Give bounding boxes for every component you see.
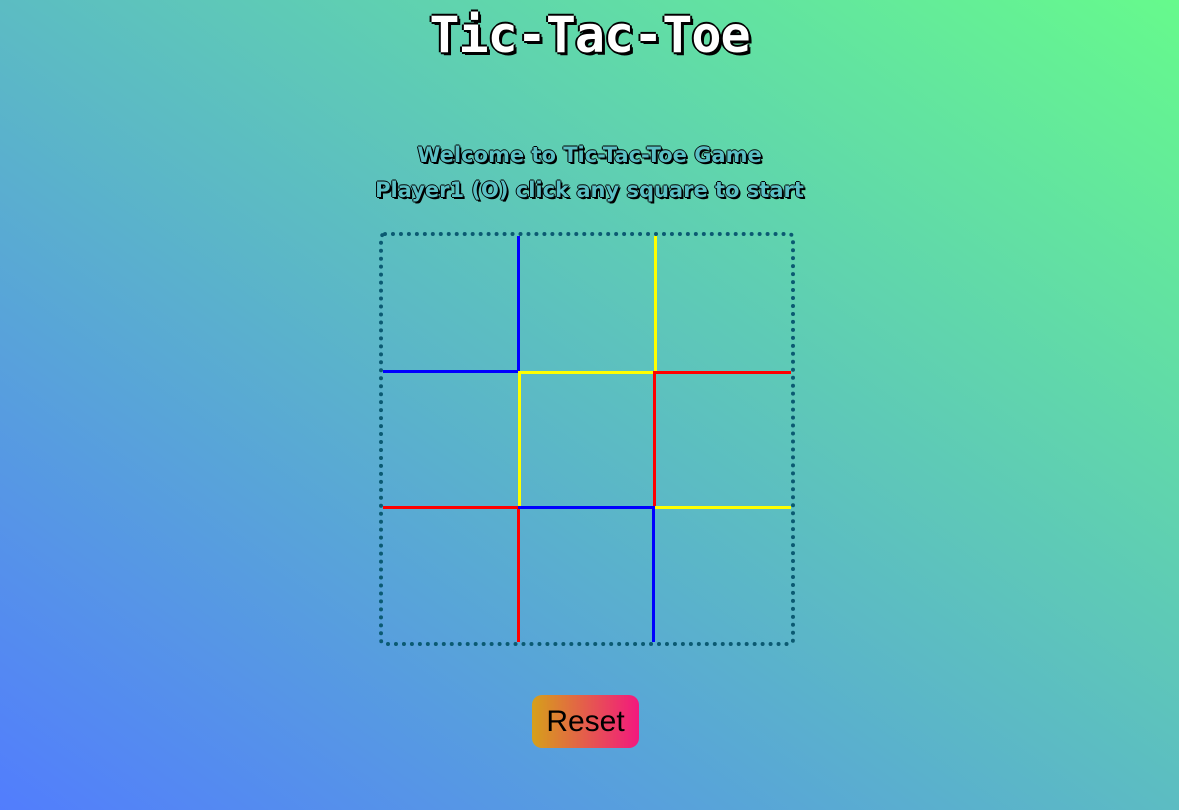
board-cell-1[interactable] (383, 236, 520, 373)
board-cell-2[interactable] (520, 236, 657, 373)
game-title: Tic-Tac-Toe (429, 6, 750, 64)
game-board (379, 232, 795, 646)
welcome-message: Welcome to Tic-Tac-Toe Game (417, 143, 762, 167)
reset-button[interactable]: Reset (532, 695, 639, 748)
board-cell-3[interactable] (655, 236, 791, 373)
board-cell-7[interactable] (383, 506, 520, 642)
board-cell-9[interactable] (655, 506, 791, 642)
message-area: Welcome to Tic-Tac-Toe Game Player1 (O) … (0, 138, 1179, 208)
board-cell-5[interactable] (518, 371, 655, 508)
board-cell-6[interactable] (653, 371, 791, 508)
board-cell-4[interactable] (383, 371, 520, 508)
board-cell-8[interactable] (518, 506, 655, 642)
turn-instruction: Player1 (O) click any square to start (375, 178, 804, 202)
